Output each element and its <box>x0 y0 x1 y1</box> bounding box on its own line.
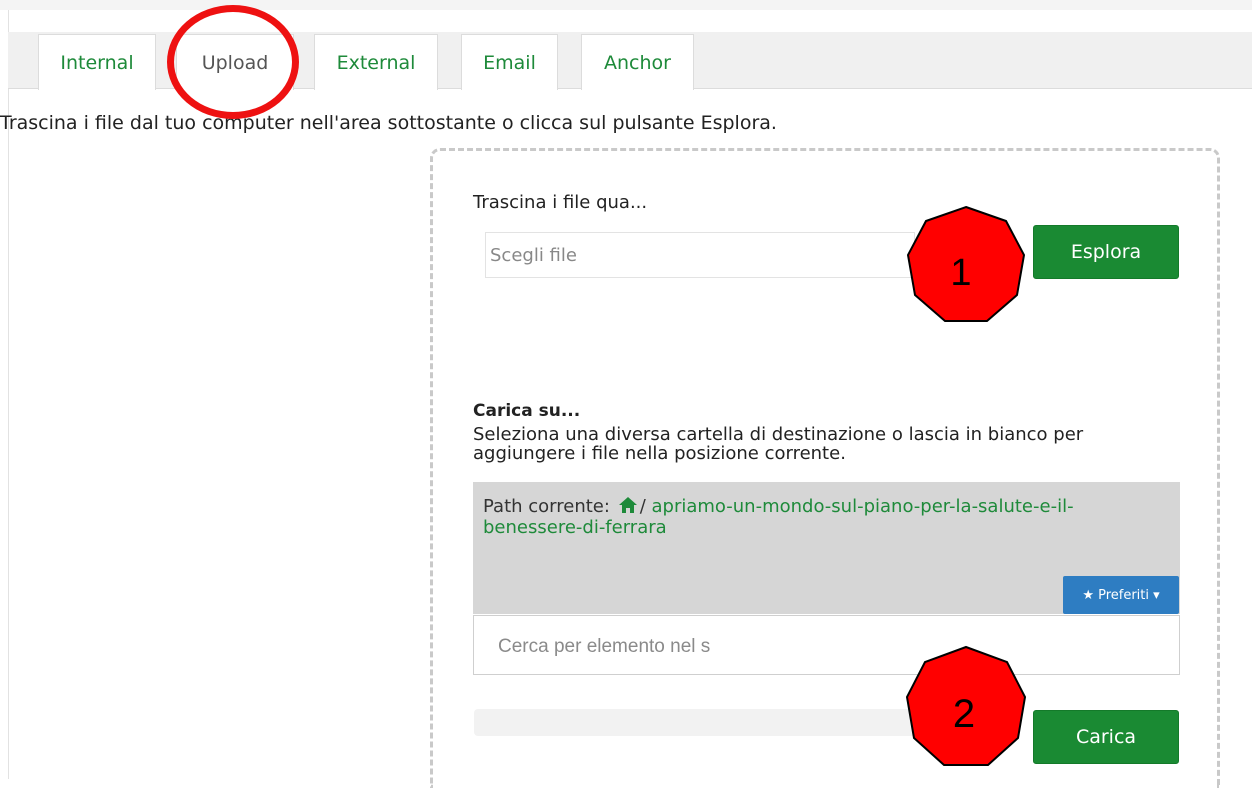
upload-instructions: Trascina i file dal tuo computer nell'ar… <box>0 112 777 134</box>
tab-anchor[interactable]: Anchor <box>581 34 694 90</box>
path-separator: / <box>639 496 646 517</box>
browse-button[interactable]: Esplora <box>1033 225 1179 279</box>
upload-to-title: Carica su... <box>473 401 581 421</box>
top-band <box>0 0 1252 10</box>
drag-label: Trascina i file qua... <box>473 192 648 213</box>
annotation-badge-2-label: 2 <box>953 692 975 736</box>
current-path: Path corrente: / apriamo-un-mondo-sul-pi… <box>483 496 1163 537</box>
upload-button[interactable]: Carica <box>1033 710 1179 764</box>
upload-to-description: Seleziona una diversa cartella di destin… <box>473 424 1084 464</box>
tab-email[interactable]: Email <box>461 34 558 90</box>
path-label: Path corrente: <box>483 496 610 517</box>
favorites-button[interactable]: ★ Preferiti ▾ <box>1063 576 1179 614</box>
tab-internal[interactable]: Internal <box>38 34 156 90</box>
annotation-badge-2: 2 <box>905 645 1027 766</box>
home-icon[interactable] <box>618 496 638 518</box>
annotation-badge-1-label: 1 <box>950 252 971 294</box>
annotation-circle <box>167 5 299 119</box>
path-search-input[interactable]: Cerca per elemento nel s <box>473 615 1180 675</box>
tab-external[interactable]: External <box>314 34 438 90</box>
file-input[interactable]: Scegli file <box>485 232 915 278</box>
annotation-badge-1: 1 <box>906 205 1026 322</box>
